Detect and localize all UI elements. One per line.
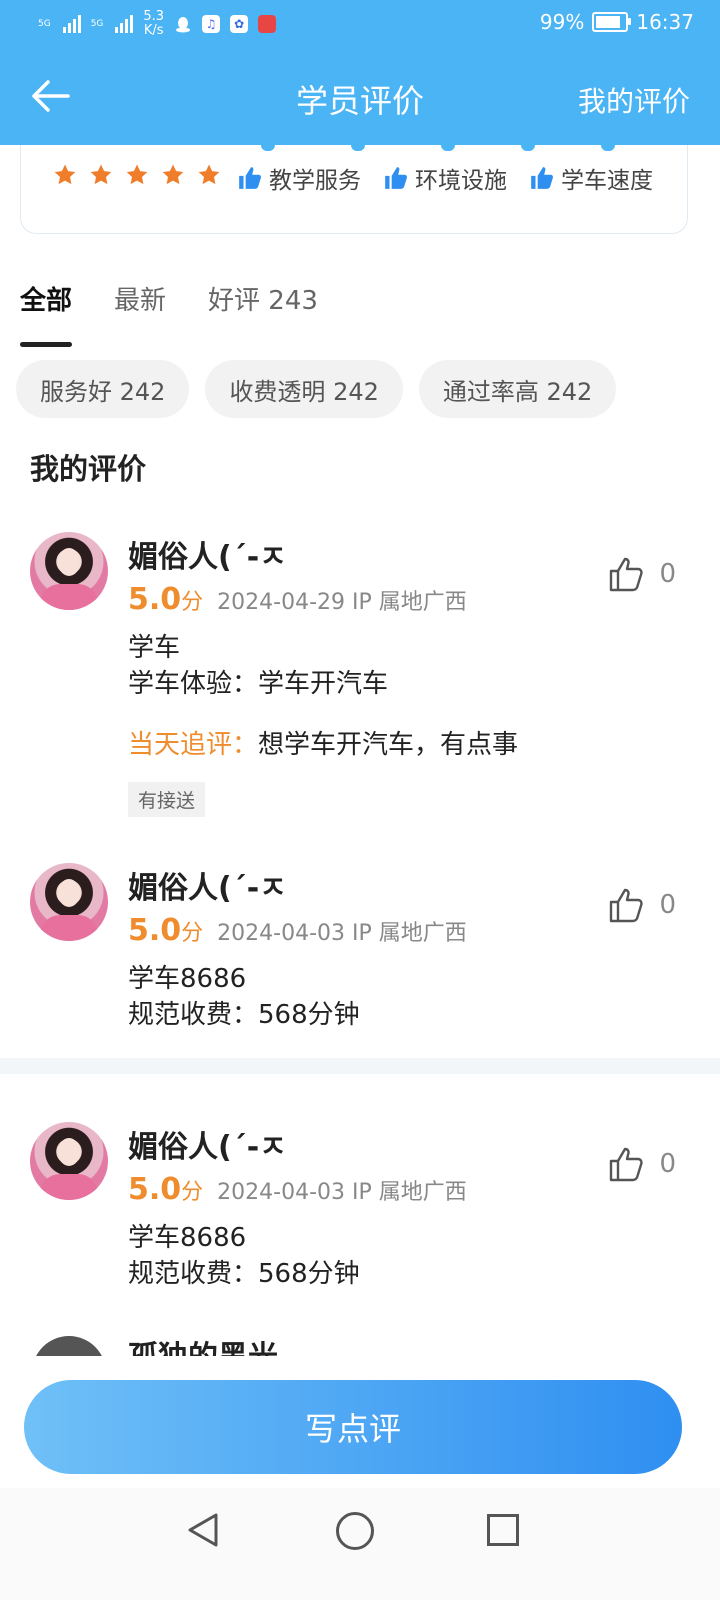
avatar[interactable] bbox=[30, 1122, 108, 1200]
tag-label: 环境设施 bbox=[415, 168, 507, 194]
review-item: 媚俗人(´-ㅈ 5.0分 2024-04-03 IP 属地广西 0 学车8686… bbox=[0, 1122, 720, 1302]
battery-percent: 99% bbox=[539, 10, 585, 34]
thumbs-up-icon bbox=[385, 167, 407, 189]
follow-up-label: 当天追评： bbox=[128, 730, 259, 760]
thumbs-up-icon bbox=[531, 167, 553, 189]
star-icon bbox=[126, 164, 148, 185]
network-speed: 5.3 K/s bbox=[143, 9, 165, 38]
tag-label: 教学服务 bbox=[269, 168, 361, 194]
avatar[interactable] bbox=[30, 863, 108, 941]
partial-review-item: 孤独的黑光 bbox=[0, 1336, 720, 1356]
reviewer-name: 孤独的黑光 bbox=[128, 1336, 278, 1356]
tag-teaching-service: 教学服务 bbox=[237, 161, 361, 195]
score-unit: 分 bbox=[181, 921, 204, 946]
section-divider bbox=[0, 1058, 720, 1074]
like-button[interactable]: 0 bbox=[607, 554, 676, 594]
music-icon: ♫ bbox=[202, 15, 221, 33]
review-score: 5.0分 bbox=[128, 582, 203, 617]
like-count: 0 bbox=[659, 1149, 676, 1179]
review-content: 学车8686 规范收费：568分钟 bbox=[128, 1220, 360, 1292]
my-reviews-link[interactable]: 我的评价 bbox=[578, 80, 690, 120]
thumbs-up-outline-icon bbox=[610, 557, 644, 592]
score-value: 5.0 bbox=[128, 582, 182, 617]
app-notification-icon bbox=[258, 15, 277, 33]
like-button[interactable]: 0 bbox=[607, 1144, 676, 1184]
section-title: 我的评价 bbox=[30, 452, 147, 486]
network-type-label: 5G bbox=[38, 18, 51, 29]
review-line: 学车8686 bbox=[128, 964, 247, 994]
star-rating bbox=[53, 163, 221, 187]
review-date: 2024-04-03 IP 属地广西 bbox=[217, 1180, 467, 1205]
clock: 16:37 bbox=[636, 10, 694, 34]
review-content: 学车8686 规范收费：568分钟 bbox=[128, 961, 360, 1033]
review-tag: 有接送 bbox=[128, 782, 206, 817]
follow-up-review: 当天追评：想学车开汽车，有点事 bbox=[128, 724, 518, 761]
review-line: 规范收费：568分钟 bbox=[128, 1259, 360, 1289]
review-content: 学车 学车体验：学车开汽车 bbox=[128, 630, 388, 702]
signal-icon bbox=[62, 15, 81, 33]
chip-high-pass-rate[interactable]: 通过率高 242 bbox=[418, 360, 617, 418]
review-score: 5.0分 bbox=[128, 913, 203, 948]
qq-icon bbox=[174, 15, 192, 33]
signal-icon-2 bbox=[115, 15, 134, 33]
like-count: 0 bbox=[659, 890, 676, 920]
rating-summary-card: 教学服务 环境设施 学车速度 bbox=[20, 145, 688, 234]
tab-positive[interactable]: 好评 243 bbox=[208, 280, 318, 331]
chip-transparent-fees[interactable]: 收费透明 242 bbox=[205, 360, 403, 418]
review-line: 规范收费：568分钟 bbox=[128, 1000, 360, 1030]
avatar[interactable] bbox=[32, 1336, 106, 1356]
tab-latest[interactable]: 最新 bbox=[114, 280, 166, 331]
tab-all[interactable]: 全部 bbox=[20, 280, 73, 347]
review-date: 2024-04-03 IP 属地广西 bbox=[217, 921, 467, 946]
tag-label: 学车速度 bbox=[561, 168, 653, 194]
star-icon bbox=[54, 164, 76, 185]
like-count: 0 bbox=[659, 559, 676, 589]
star-icon bbox=[90, 164, 112, 185]
score-value: 5.0 bbox=[128, 913, 182, 948]
keyword-chips: 服务好 242 收费透明 242 通过率高 242 bbox=[16, 360, 617, 418]
review-score: 5.0分 bbox=[128, 1172, 203, 1207]
score-value: 5.0 bbox=[128, 1172, 182, 1207]
nav-home-icon[interactable] bbox=[336, 1512, 374, 1550]
nav-back-icon[interactable] bbox=[186, 1512, 220, 1548]
follow-up-text: 想学车开汽车，有点事 bbox=[258, 730, 519, 760]
thumbs-up-outline-icon bbox=[610, 888, 644, 923]
tag-environment: 环境设施 bbox=[383, 161, 507, 195]
review-line: 学车体验：学车开汽车 bbox=[128, 669, 389, 699]
filter-tabs: 全部 最新 好评 243 bbox=[20, 280, 318, 347]
star-icon bbox=[162, 164, 184, 185]
score-unit: 分 bbox=[181, 1180, 204, 1205]
write-review-button[interactable]: 写点评 bbox=[24, 1380, 682, 1474]
system-nav-bar bbox=[0, 1488, 720, 1600]
review-item: 媚俗人(´-ㅈ 5.0分 2024-04-03 IP 属地广西 0 学车8686… bbox=[0, 863, 720, 1043]
chip-good-service[interactable]: 服务好 242 bbox=[16, 360, 190, 418]
status-bar: 5G 5G 5.3 K/s ♫ ✿ 99% 16:37 bbox=[0, 0, 720, 50]
nav-recents-icon[interactable] bbox=[487, 1514, 519, 1546]
review-line: 学车 bbox=[128, 633, 181, 663]
star-icon bbox=[198, 164, 220, 185]
avatar[interactable] bbox=[30, 532, 108, 610]
network-type-label-2: 5G bbox=[90, 18, 104, 29]
baidu-icon: ✿ bbox=[230, 15, 249, 33]
review-item: 媚俗人(´-ㅈ 5.0分 2024-04-29 IP 属地广西 0 学车 学车体… bbox=[0, 532, 720, 832]
review-date: 2024-04-29 IP 属地广西 bbox=[217, 590, 467, 615]
thumbs-up-outline-icon bbox=[610, 1147, 644, 1182]
reviewer-name: 媚俗人(´-ㅈ bbox=[128, 1130, 287, 1165]
app-header: 学员评价 我的评价 bbox=[0, 50, 720, 145]
tag-learning-speed: 学车速度 bbox=[529, 161, 653, 195]
battery-icon bbox=[592, 12, 632, 32]
reviewer-name: 媚俗人(´-ㅈ bbox=[128, 540, 287, 575]
like-button[interactable]: 0 bbox=[607, 885, 676, 925]
thumbs-up-icon bbox=[239, 167, 261, 189]
review-line: 学车8686 bbox=[128, 1223, 247, 1253]
reviewer-name: 媚俗人(´-ㅈ bbox=[128, 871, 287, 906]
clipped-decoration bbox=[261, 145, 641, 151]
score-unit: 分 bbox=[181, 590, 204, 615]
